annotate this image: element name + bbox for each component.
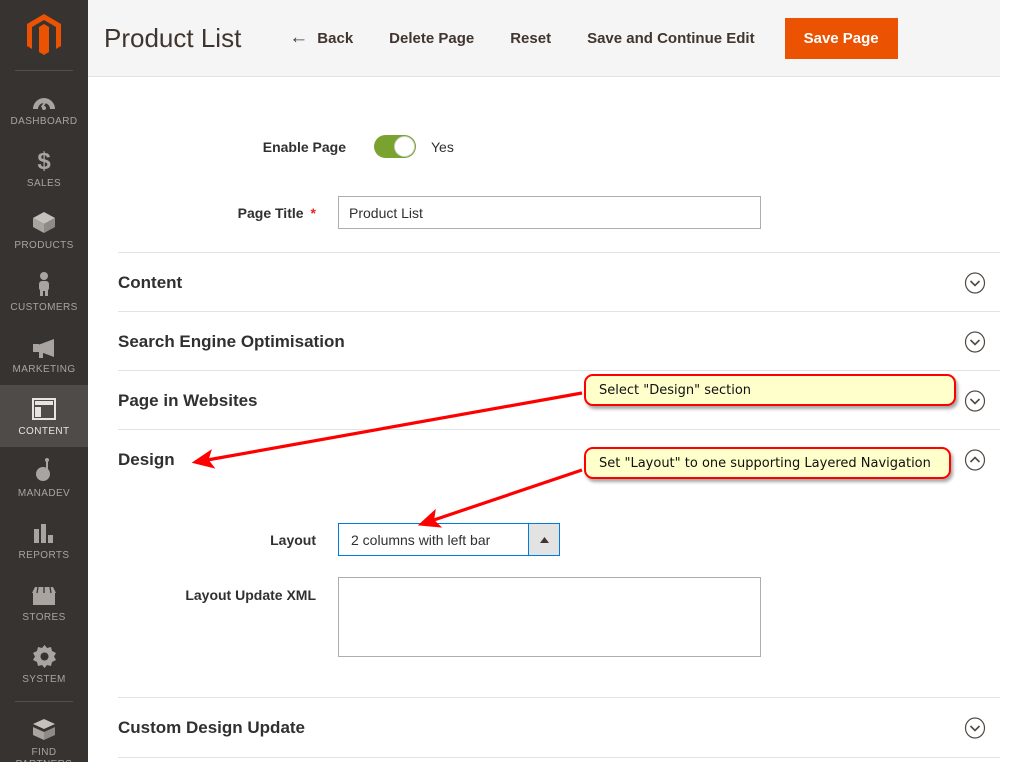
section-title: Page in Websites [118,390,258,410]
sidebar-item-label: DASHBOARD [10,116,78,127]
page-title-input[interactable] [338,196,761,229]
magento-logo-icon [27,14,61,55]
sidebar-item-label: STORES [22,612,66,623]
layout-update-xml-textarea[interactable] [338,577,761,657]
back-arrow-icon: ← [289,27,309,48]
right-gutter [1000,0,1016,762]
section-title: Search Engine Optimisation [118,331,345,351]
admin-sidebar: DASHBOARD $ SALES PRODUCTS CUSTOMERS MAR… [0,0,88,762]
sidebar-item-label: CUSTOMERS [10,302,78,313]
save-continue-label: Save and Continue Edit [587,29,755,47]
box-icon [31,209,57,235]
person-icon [35,271,53,297]
layout-panel-icon [32,395,56,421]
layout-selected-value: 2 columns with left bar [351,531,491,548]
section-custom-design-update[interactable]: Custom Design Update [118,697,1000,757]
toggle-knob [394,136,415,157]
sidebar-item-reports[interactable]: REPORTS [0,509,88,571]
storefront-icon [30,581,58,607]
chevron-up-icon[interactable] [964,448,986,471]
page-title-label-text: Page Title [237,204,304,221]
sidebar-item-label: PRODUCTS [14,240,74,251]
bar-chart-icon [32,519,56,545]
sidebar-item-content[interactable]: CONTENT [0,385,88,447]
layout-dropdown-toggle[interactable] [528,524,559,555]
svg-text:$: $ [37,148,51,173]
gear-icon [32,643,57,669]
chevron-down-icon[interactable] [964,330,986,353]
delete-page-button[interactable]: Delete Page [371,30,492,47]
magento-logo[interactable] [0,0,88,70]
layout-row: Layout 2 columns with left bar [88,523,1000,556]
enable-page-value: Yes [431,138,454,155]
page-title: Product List [104,22,242,53]
required-marker: * [310,204,316,221]
reset-button[interactable]: Reset [492,30,569,47]
sidebar-item-label: REPORTS [18,550,70,561]
page-content: Enable Page Yes Page Title * Content Sear… [88,77,1000,762]
section-search-engine-optimisation[interactable]: Search Engine Optimisation [118,311,1000,371]
layout-label: Layout [270,531,316,548]
find-partners-line1: FIND PARTNERS [16,747,72,762]
section-bottom-divider [118,757,1000,758]
enable-page-row: Enable Page Yes [88,135,1000,158]
section-title: Content [118,272,183,292]
sidebar-item-label: SALES [26,178,62,189]
sidebar-divider-bottom [15,701,73,702]
sidebar-item-label: FIND PARTNERS & EXTENSIONS [2,747,86,762]
sidebar-item-dashboard[interactable]: DASHBOARD [0,75,88,137]
sidebar-item-sales[interactable]: $ SALES [0,137,88,199]
back-button[interactable]: ← Back [271,27,371,49]
sidebar-item-stores[interactable]: STORES [0,571,88,633]
annotation-callout-design[interactable]: Select "Design" section [584,374,956,406]
sidebar-item-system[interactable]: SYSTEM [0,633,88,695]
enable-page-label: Enable Page [262,138,346,155]
open-box-icon [31,716,57,742]
sidebar-item-label: CONTENT [18,426,70,437]
magento-admin-page: DASHBOARD $ SALES PRODUCTS CUSTOMERS MAR… [0,0,1016,762]
sidebar-item-label: MARKETING [12,364,76,375]
layout-update-xml-label: Layout Update XML [185,587,316,603]
save-and-continue-edit-button[interactable]: Save and Continue Edit [569,30,773,47]
save-page-button[interactable]: Save Page [784,17,898,59]
megaphone-icon [30,333,58,359]
chevron-down-icon[interactable] [964,271,986,294]
annotation-callout-layout[interactable]: Set "Layout" to one supporting Layered N… [584,447,951,479]
section-content[interactable]: Content [118,252,1000,312]
sidebar-item-manadev[interactable]: MANADEV [0,447,88,509]
sidebar-item-find-partners[interactable]: FIND PARTNERS & EXTENSIONS [0,706,88,762]
enable-page-toggle[interactable] [374,135,416,158]
dollar-icon: $ [33,147,55,173]
page-title-field-label: Page Title * [88,205,316,221]
reset-label: Reset [510,29,552,47]
layout-select[interactable]: 2 columns with left bar [338,523,560,556]
delete-page-label: Delete Page [389,29,475,47]
chevron-down-icon[interactable] [964,716,986,739]
manadev-icon [33,457,55,483]
sidebar-item-label: MANADEV [17,488,71,499]
back-button-label: Back [317,29,354,47]
dashboard-icon [31,85,57,111]
caret-up-icon [539,536,549,543]
page-title-row: Page Title * [88,196,1000,229]
layout-update-xml-row: Layout Update XML [88,577,1000,657]
page-header: Product List ← Back Delete Page Reset Sa… [88,0,1000,77]
sidebar-divider-top [15,70,73,71]
sidebar-item-customers[interactable]: CUSTOMERS [0,261,88,323]
section-title: Custom Design Update [118,717,306,737]
section-title: Design [118,449,175,469]
sidebar-item-label: SYSTEM [22,674,66,685]
chevron-down-icon[interactable] [964,389,986,412]
sidebar-item-marketing[interactable]: MARKETING [0,323,88,385]
sidebar-item-products[interactable]: PRODUCTS [0,199,88,261]
